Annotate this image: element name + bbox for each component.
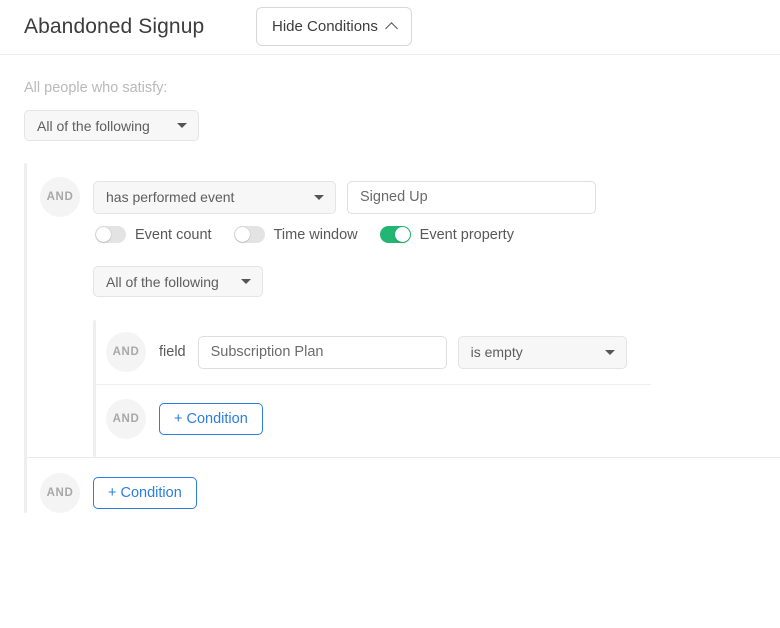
hide-conditions-label: Hide Conditions <box>272 18 378 35</box>
condition-content: has performed event Event count Time wi <box>93 177 651 457</box>
nested-add-btn-row: + Condition <box>159 399 263 439</box>
chevron-down-icon <box>240 279 251 284</box>
toggle-label: Time window <box>273 226 358 243</box>
nested-match-select[interactable]: All of the following <box>93 266 263 297</box>
chevron-down-icon <box>314 194 324 200</box>
nested-add-condition-row: AND + Condition <box>93 385 627 457</box>
toggle-switch[interactable] <box>95 226 126 243</box>
segment-builder-page: Abandoned Signup Hide Conditions All peo… <box>0 0 780 628</box>
add-condition-row: AND + Condition <box>24 458 780 513</box>
connector-badge[interactable]: AND <box>40 473 80 513</box>
root-match-select[interactable]: All of the following <box>24 110 199 141</box>
hide-conditions-button[interactable]: Hide Conditions <box>256 7 412 46</box>
connector-badge[interactable]: AND <box>106 399 146 439</box>
chevron-down-icon <box>604 349 615 355</box>
satisfy-label: All people who satisfy: <box>24 80 168 96</box>
connector-badge[interactable]: AND <box>106 332 146 372</box>
connector-badge[interactable]: AND <box>40 177 80 217</box>
add-btn-row: + Condition <box>93 473 197 513</box>
nested-condition-row: AND field is empty <box>93 320 627 384</box>
toggle-label: Event count <box>135 226 212 243</box>
event-type-select[interactable]: has performed event <box>93 180 336 214</box>
chevron-up-icon <box>385 22 398 35</box>
toggle-knob <box>234 227 250 242</box>
toggle-event-property[interactable]: Event property <box>379 226 514 243</box>
condition-group-outer: AND has performed event Event count <box>0 163 780 513</box>
operator-value: is empty <box>470 344 523 360</box>
page-title: Abandoned Signup <box>24 15 205 38</box>
toggle-label: Event property <box>419 226 514 243</box>
page-header: Abandoned Signup Hide Conditions <box>0 0 780 55</box>
property-name-input[interactable] <box>197 335 447 369</box>
add-nested-condition-button[interactable]: + Condition <box>159 403 263 435</box>
event-name-input[interactable] <box>347 180 596 214</box>
toggle-switch[interactable] <box>379 226 411 243</box>
nested-add-content: + Condition <box>159 399 263 439</box>
toggle-event-count[interactable]: Event count <box>95 226 212 243</box>
condition-group-nested: AND field is empty <box>93 320 651 457</box>
add-condition-button[interactable]: + Condition <box>93 477 197 509</box>
operator-select[interactable]: is empty <box>457 335 627 369</box>
event-option-toggles: Event count Time window Event property <box>93 226 627 243</box>
builder-body: All people who satisfy: All of the follo… <box>0 80 780 513</box>
nested-match-wrap: All of the following <box>93 266 627 297</box>
toggle-time-window[interactable]: Time window <box>233 226 358 243</box>
event-type-value: has performed event <box>106 189 235 205</box>
add-condition-content: + Condition <box>93 473 197 513</box>
chevron-down-icon <box>177 123 187 128</box>
nested-condition-content: field is empty <box>159 332 627 372</box>
nested-match-value: All of the following <box>106 273 219 290</box>
toggle-knob <box>394 227 410 242</box>
field-label: field <box>159 344 186 360</box>
toggle-knob <box>96 227 111 242</box>
event-controls: has performed event <box>93 177 627 217</box>
condition-row: AND has performed event Event count <box>24 163 780 457</box>
toggle-switch[interactable] <box>233 226 265 243</box>
root-match-value: All of the following <box>37 117 150 134</box>
property-controls: field is empty <box>159 332 627 372</box>
